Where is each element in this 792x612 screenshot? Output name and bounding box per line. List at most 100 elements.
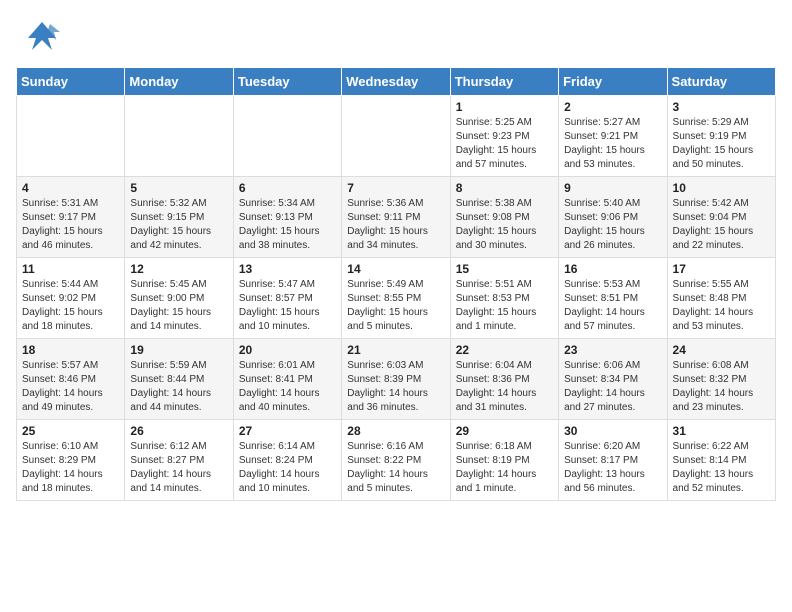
day-number: 18	[22, 343, 119, 357]
calendar-cell: 4Sunrise: 5:31 AMSunset: 9:17 PMDaylight…	[17, 177, 125, 258]
day-number: 25	[22, 424, 119, 438]
day-info: Sunrise: 5:36 AMSunset: 9:11 PMDaylight:…	[347, 197, 444, 253]
day-info: Sunrise: 6:14 AMSunset: 8:24 PMDaylight:…	[239, 440, 336, 496]
day-info: Sunrise: 5:59 AMSunset: 8:44 PMDaylight:…	[130, 359, 227, 415]
day-info: Sunrise: 6:01 AMSunset: 8:41 PMDaylight:…	[239, 359, 336, 415]
calendar-wrapper: SundayMondayTuesdayWednesdayThursdayFrid…	[0, 67, 792, 513]
calendar-cell: 31Sunrise: 6:22 AMSunset: 8:14 PMDayligh…	[667, 420, 775, 501]
col-header-thursday: Thursday	[450, 68, 558, 96]
day-number: 1	[456, 100, 553, 114]
calendar-cell: 18 Sunrise: 5:57 AMSunset: 8:46 PMDayligh…	[17, 339, 125, 420]
day-number: 26	[130, 424, 227, 438]
day-number: 15	[456, 262, 553, 276]
calendar-cell: 12 Sunrise: 5:45 AMSunset: 9:00 PMDayligh…	[125, 258, 233, 339]
day-number: 31	[673, 424, 770, 438]
logo-icon	[24, 18, 60, 59]
col-header-wednesday: Wednesday	[342, 68, 450, 96]
day-number: 11	[22, 262, 119, 276]
calendar-cell: 28 Sunrise: 6:16 AMSunset: 8:22 PMDayligh…	[342, 420, 450, 501]
col-header-sunday: Sunday	[17, 68, 125, 96]
day-number: 3	[673, 100, 770, 114]
day-number: 29	[456, 424, 553, 438]
day-number: 27	[239, 424, 336, 438]
calendar-cell: 14 Sunrise: 5:49 AMSunset: 8:55 PMDayligh…	[342, 258, 450, 339]
calendar-cell: 29Sunrise: 6:18 AMSunset: 8:19 PMDayligh…	[450, 420, 558, 501]
day-info: Sunrise: 5:40 AMSunset: 9:06 PMDaylight:…	[564, 197, 661, 253]
calendar-week-row: 1 Sunrise: 5:25 AMSunset: 9:23 PMDaylight…	[17, 96, 776, 177]
day-info: Sunrise: 5:44 AMSunset: 9:02 PMDaylight:…	[22, 278, 119, 334]
day-number: 24	[673, 343, 770, 357]
calendar-cell	[342, 96, 450, 177]
day-info: Sunrise: 5:27 AMSunset: 9:21 PMDaylight:…	[564, 116, 661, 172]
day-number: 28	[347, 424, 444, 438]
calendar-week-row: 25 Sunrise: 6:10 AMSunset: 8:29 PMDayligh…	[17, 420, 776, 501]
calendar-cell: 21Sunrise: 6:03 AMSunset: 8:39 PMDayligh…	[342, 339, 450, 420]
day-number: 19	[130, 343, 227, 357]
calendar-cell: 7 Sunrise: 5:36 AMSunset: 9:11 PMDaylight…	[342, 177, 450, 258]
calendar-cell: 5 Sunrise: 5:32 AMSunset: 9:15 PMDaylight…	[125, 177, 233, 258]
day-info: Sunrise: 5:25 AMSunset: 9:23 PMDaylight:…	[456, 116, 553, 172]
calendar-week-row: 11 Sunrise: 5:44 AMSunset: 9:02 PMDayligh…	[17, 258, 776, 339]
calendar-cell: 24 Sunrise: 6:08 AMSunset: 8:32 PMDayligh…	[667, 339, 775, 420]
calendar-cell: 9 Sunrise: 5:40 AMSunset: 9:06 PMDaylight…	[559, 177, 667, 258]
day-number: 2	[564, 100, 661, 114]
day-info: Sunrise: 6:08 AMSunset: 8:32 PMDaylight:…	[673, 359, 770, 415]
day-number: 16	[564, 262, 661, 276]
day-number: 21	[347, 343, 444, 357]
calendar-cell: 19 Sunrise: 5:59 AMSunset: 8:44 PMDayligh…	[125, 339, 233, 420]
calendar-cell: 22 Sunrise: 6:04 AMSunset: 8:36 PMDayligh…	[450, 339, 558, 420]
day-info: Sunrise: 6:06 AMSunset: 8:34 PMDaylight:…	[564, 359, 661, 415]
col-header-saturday: Saturday	[667, 68, 775, 96]
calendar-cell: 26 Sunrise: 6:12 AMSunset: 8:27 PMDayligh…	[125, 420, 233, 501]
day-number: 10	[673, 181, 770, 195]
day-number: 23	[564, 343, 661, 357]
day-info: Sunrise: 6:12 AMSunset: 8:27 PMDaylight:…	[130, 440, 227, 496]
day-number: 14	[347, 262, 444, 276]
day-info: Sunrise: 5:47 AMSunset: 8:57 PMDaylight:…	[239, 278, 336, 334]
day-info: Sunrise: 5:57 AMSunset: 8:46 PMDaylight:…	[22, 359, 119, 415]
calendar-cell: 11 Sunrise: 5:44 AMSunset: 9:02 PMDayligh…	[17, 258, 125, 339]
day-info: Sunrise: 6:10 AMSunset: 8:29 PMDaylight:…	[22, 440, 119, 496]
day-number: 12	[130, 262, 227, 276]
calendar-week-row: 18 Sunrise: 5:57 AMSunset: 8:46 PMDayligh…	[17, 339, 776, 420]
day-info: Sunrise: 6:16 AMSunset: 8:22 PMDaylight:…	[347, 440, 444, 496]
logo	[24, 18, 64, 59]
calendar-cell: 30Sunrise: 6:20 AMSunset: 8:17 PMDayligh…	[559, 420, 667, 501]
calendar-cell: 23 Sunrise: 6:06 AMSunset: 8:34 PMDayligh…	[559, 339, 667, 420]
calendar-cell	[233, 96, 341, 177]
calendar-week-row: 4Sunrise: 5:31 AMSunset: 9:17 PMDaylight…	[17, 177, 776, 258]
day-info: Sunrise: 5:42 AMSunset: 9:04 PMDaylight:…	[673, 197, 770, 253]
day-info: Sunrise: 5:34 AMSunset: 9:13 PMDaylight:…	[239, 197, 336, 253]
calendar-cell: 10 Sunrise: 5:42 AMSunset: 9:04 PMDayligh…	[667, 177, 775, 258]
calendar-cell: 2 Sunrise: 5:27 AMSunset: 9:21 PMDaylight…	[559, 96, 667, 177]
calendar-cell: 1 Sunrise: 5:25 AMSunset: 9:23 PMDaylight…	[450, 96, 558, 177]
calendar-cell: 13Sunrise: 5:47 AMSunset: 8:57 PMDayligh…	[233, 258, 341, 339]
day-number: 20	[239, 343, 336, 357]
calendar-cell: 15 Sunrise: 5:51 AMSunset: 8:53 PMDayligh…	[450, 258, 558, 339]
calendar-cell: 6Sunrise: 5:34 AMSunset: 9:13 PMDaylight…	[233, 177, 341, 258]
day-number: 5	[130, 181, 227, 195]
day-info: Sunrise: 5:32 AMSunset: 9:15 PMDaylight:…	[130, 197, 227, 253]
page-header	[0, 0, 792, 67]
calendar-cell: 8Sunrise: 5:38 AMSunset: 9:08 PMDaylight…	[450, 177, 558, 258]
calendar-cell	[17, 96, 125, 177]
day-number: 7	[347, 181, 444, 195]
day-info: Sunrise: 5:49 AMSunset: 8:55 PMDaylight:…	[347, 278, 444, 334]
day-info: Sunrise: 5:55 AMSunset: 8:48 PMDaylight:…	[673, 278, 770, 334]
day-number: 9	[564, 181, 661, 195]
day-info: Sunrise: 5:51 AMSunset: 8:53 PMDaylight:…	[456, 278, 553, 334]
day-number: 22	[456, 343, 553, 357]
day-info: Sunrise: 5:45 AMSunset: 9:00 PMDaylight:…	[130, 278, 227, 334]
day-number: 8	[456, 181, 553, 195]
calendar-cell	[125, 96, 233, 177]
calendar-cell: 25 Sunrise: 6:10 AMSunset: 8:29 PMDayligh…	[17, 420, 125, 501]
col-header-tuesday: Tuesday	[233, 68, 341, 96]
day-info: Sunrise: 5:31 AMSunset: 9:17 PMDaylight:…	[22, 197, 119, 253]
day-info: Sunrise: 6:20 AMSunset: 8:17 PMDaylight:…	[564, 440, 661, 496]
col-header-monday: Monday	[125, 68, 233, 96]
calendar-cell: 20 Sunrise: 6:01 AMSunset: 8:41 PMDayligh…	[233, 339, 341, 420]
day-info: Sunrise: 6:04 AMSunset: 8:36 PMDaylight:…	[456, 359, 553, 415]
col-header-friday: Friday	[559, 68, 667, 96]
calendar-cell: 16Sunrise: 5:53 AMSunset: 8:51 PMDayligh…	[559, 258, 667, 339]
calendar-cell: 3Sunrise: 5:29 AMSunset: 9:19 PMDaylight…	[667, 96, 775, 177]
